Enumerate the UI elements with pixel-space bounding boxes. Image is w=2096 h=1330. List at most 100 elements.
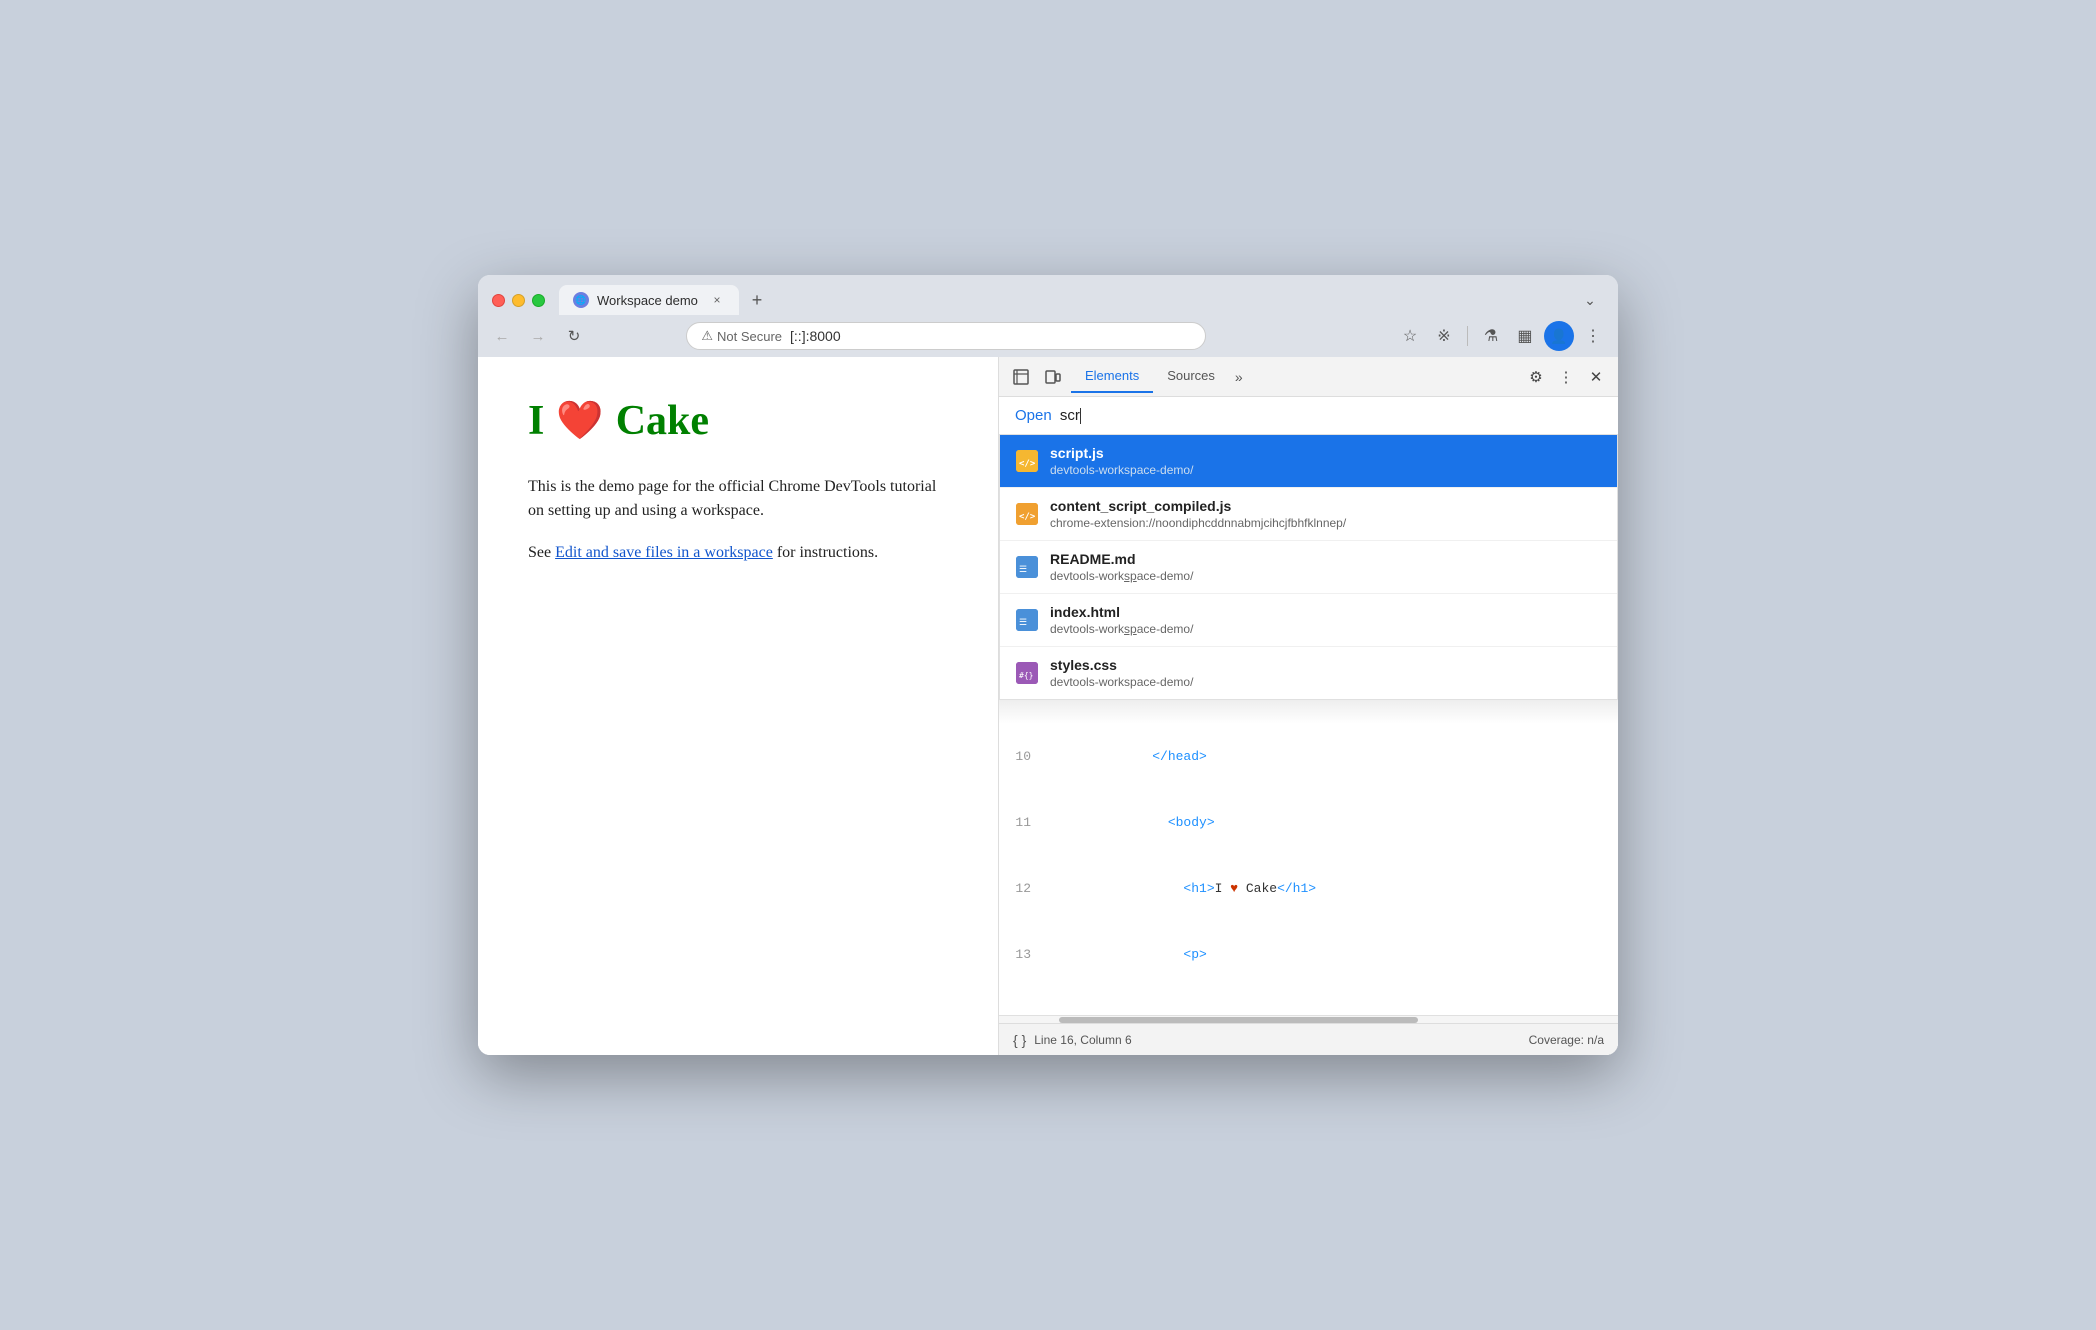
file-result-path-indexhtml: devtools-workspace-demo/	[1050, 622, 1193, 636]
file-result-contentscript[interactable]: </> content_script_compiled.js chrome-ex…	[1000, 488, 1617, 541]
page-content: I ❤️ Cake This is the demo page for the …	[478, 357, 998, 1055]
new-tab-button[interactable]: +	[743, 286, 771, 314]
file-result-info-stylescss: styles.css devtools-workspace-demo/	[1050, 657, 1193, 689]
browser-window: 🌐 Workspace demo × + ⌄ ← → ↻ ⚠ Not Secur…	[478, 275, 1618, 1055]
file-icon-html: ☰	[1016, 609, 1038, 631]
code-area: 10 </head> 11 <body> 12	[999, 700, 1618, 1015]
open-file-input[interactable]: scr	[1060, 407, 1602, 424]
tab-close-button[interactable]: ×	[709, 292, 725, 308]
profile-icon[interactable]: 👤	[1544, 321, 1574, 351]
back-button[interactable]: ←	[488, 322, 516, 350]
file-result-path-stylescss: devtools-workspace-demo/	[1050, 675, 1193, 689]
open-file-space	[1054, 407, 1058, 424]
file-result-path-contentscript: chrome-extension://noondiphcddnnabmjcihc…	[1050, 516, 1346, 530]
text-cursor	[1080, 408, 1081, 424]
flask-icon[interactable]: ⚗	[1476, 321, 1506, 351]
close-window-button[interactable]	[492, 294, 505, 307]
security-indicator: ⚠ Not Secure	[701, 328, 782, 344]
line-number-11: 11	[1007, 812, 1043, 834]
devtools-panel: Elements Sources » ⚙ ⋮ ✕	[998, 357, 1618, 1055]
devtools-close-icon[interactable]: ✕	[1582, 363, 1610, 391]
heading-heart: ❤️	[556, 399, 603, 443]
file-result-indexhtml[interactable]: ☰ index.html devtools-workspace-demo/	[1000, 594, 1617, 647]
line-number-10: 10	[1007, 746, 1043, 768]
format-icon[interactable]: { }	[1013, 1032, 1026, 1048]
browser-tab[interactable]: 🌐 Workspace demo ×	[559, 285, 739, 315]
file-result-info-indexhtml: index.html devtools-workspace-demo/	[1050, 604, 1193, 636]
page-heading: I ❤️ Cake	[528, 397, 948, 445]
address-bar[interactable]: ⚠ Not Secure [::]:8000	[686, 322, 1206, 350]
more-tabs-button[interactable]: »	[1229, 365, 1249, 389]
code-lines: 10 </head> 11 <body> 12	[999, 724, 1618, 988]
minimize-window-button[interactable]	[512, 294, 525, 307]
reload-button[interactable]: ↻	[560, 322, 588, 350]
devtools-more-icon[interactable]: ⋮	[1552, 363, 1580, 391]
tab-menu-button[interactable]: ⌄	[1576, 286, 1604, 314]
not-secure-label: Not Secure	[717, 329, 782, 344]
heading-i: I	[528, 397, 544, 445]
file-results-list: </> script.js devtools-workspace-demo/ <…	[999, 435, 1618, 700]
address-bar-row: ← → ↻ ⚠ Not Secure [::]:8000 ☆ ※ ⚗ ▦ 👤 ⋮	[478, 315, 1618, 357]
devtools-statusbar: { } Line 16, Column 6 Coverage: n/a	[999, 1023, 1618, 1055]
tab-favicon: 🌐	[573, 292, 589, 308]
extension-icon[interactable]: ※	[1429, 321, 1459, 351]
open-file-search[interactable]: Open scr	[999, 397, 1618, 434]
file-icon-ext: </>	[1016, 503, 1038, 525]
status-position: Line 16, Column 6	[1034, 1033, 1131, 1047]
line-content-11: <body>	[1043, 790, 1610, 856]
device-tool-icon[interactable]	[1039, 363, 1067, 391]
file-result-name-contentscript: content_script_compiled.js	[1050, 498, 1346, 514]
devtools-tabs: Elements Sources »	[1071, 360, 1518, 393]
file-result-scriptjs[interactable]: </> script.js devtools-workspace-demo/	[1000, 435, 1617, 488]
traffic-lights	[492, 294, 545, 307]
code-line-12: 12 <h1>I ♥ Cake</h1>	[999, 856, 1618, 922]
scrollbar-thumb[interactable]	[1059, 1017, 1418, 1023]
file-icon-js: </>	[1016, 450, 1038, 472]
line-number-12: 12	[1007, 878, 1043, 900]
file-result-name-stylescss: styles.css	[1050, 657, 1193, 673]
file-result-path-readme: devtools-workspace-demo/	[1050, 569, 1193, 583]
open-file-label: Open	[1015, 407, 1052, 424]
file-icon-css: #{}	[1016, 662, 1038, 684]
svg-text:</>: </>	[1019, 512, 1036, 522]
horizontal-scrollbar[interactable]	[999, 1015, 1618, 1023]
line-content-13: <p>	[1043, 922, 1610, 988]
forward-button[interactable]: →	[524, 322, 552, 350]
page-instructions: See Edit and save files in a workspace f…	[528, 541, 948, 565]
toolbar-divider	[1467, 326, 1468, 346]
code-line-10: 10 </head>	[999, 724, 1618, 790]
status-coverage: Coverage: n/a	[1529, 1033, 1604, 1047]
line-content-12: <h1>I ♥ Cake</h1>	[1043, 856, 1610, 922]
page-description: This is the demo page for the official C…	[528, 475, 948, 523]
code-line-13: 13 <p>	[999, 922, 1618, 988]
address-url: [::]:8000	[790, 328, 841, 344]
browser-toolbar: ☆ ※ ⚗ ▦ 👤 ⋮	[1395, 321, 1608, 351]
file-result-readme[interactable]: ☰ README.md devtools-workspace-demo/	[1000, 541, 1617, 594]
devtools-actions: ⚙ ⋮ ✕	[1522, 363, 1610, 391]
line-content-10: </head>	[1043, 724, 1610, 790]
title-bar: 🌐 Workspace demo × + ⌄	[478, 275, 1618, 315]
file-result-stylescss[interactable]: #{} styles.css devtools-workspace-demo/	[1000, 647, 1617, 699]
tab-sources[interactable]: Sources	[1153, 360, 1229, 393]
file-result-path-scriptjs: devtools-workspace-demo/	[1050, 463, 1193, 477]
code-line-11: 11 <body>	[999, 790, 1618, 856]
maximize-window-button[interactable]	[532, 294, 545, 307]
bookmark-icon[interactable]: ☆	[1395, 321, 1425, 351]
content-area: I ❤️ Cake This is the demo page for the …	[478, 357, 1618, 1055]
menu-icon[interactable]: ⋮	[1578, 321, 1608, 351]
devtools-settings-icon[interactable]: ⚙	[1522, 363, 1550, 391]
open-file-container: Open scr	[999, 397, 1618, 435]
sidebar-toggle-icon[interactable]: ▦	[1510, 321, 1540, 351]
tab-title: Workspace demo	[597, 293, 701, 308]
file-result-info-contentscript: content_script_compiled.js chrome-extens…	[1050, 498, 1346, 530]
svg-text:</>: </>	[1019, 459, 1036, 469]
workspace-link[interactable]: Edit and save files in a workspace	[555, 544, 773, 561]
warning-icon: ⚠	[701, 328, 713, 344]
file-result-info-readme: README.md devtools-workspace-demo/	[1050, 551, 1193, 583]
file-result-info-scriptjs: script.js devtools-workspace-demo/	[1050, 445, 1193, 477]
file-result-name-indexhtml: index.html	[1050, 604, 1193, 620]
tab-elements[interactable]: Elements	[1071, 360, 1153, 393]
inspect-tool-icon[interactable]	[1007, 363, 1035, 391]
svg-text:☰: ☰	[1019, 564, 1027, 574]
file-result-name-scriptjs: script.js	[1050, 445, 1193, 461]
